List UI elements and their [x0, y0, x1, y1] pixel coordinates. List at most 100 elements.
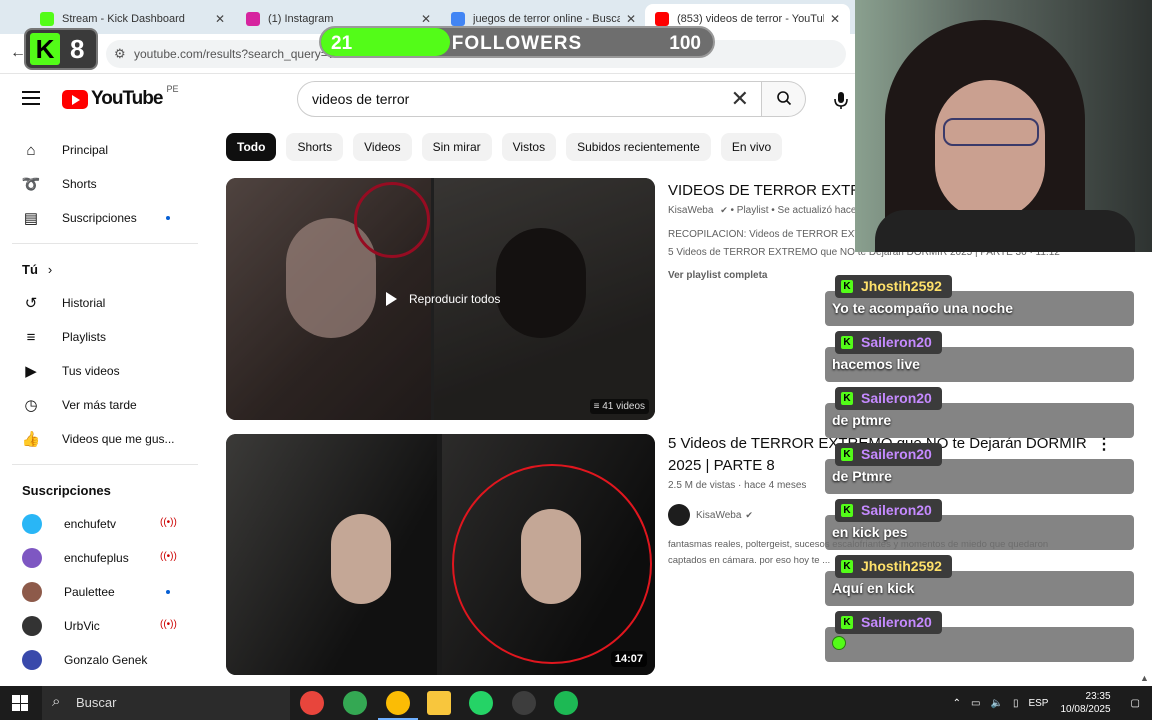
playlist-channel[interactable]: KisaWeba: [668, 205, 713, 216]
chat-message: K Saileron20 en kick pes: [825, 499, 1134, 555]
search-input[interactable]: videos de terror ✕: [297, 81, 762, 117]
filter-chip[interactable]: En vivo: [720, 133, 783, 161]
tab-title: juegos de terror online - Buscar: [473, 13, 620, 25]
sidebar-you-header[interactable]: Tú ›: [0, 252, 210, 286]
youtube-header: YouTube PE videos de terror ✕: [0, 75, 855, 125]
subscription-name: enchufetv: [64, 517, 117, 531]
filter-chip[interactable]: Subidos recientemente: [566, 133, 711, 161]
filter-chip[interactable]: Shorts: [286, 133, 344, 161]
taskbar-clock[interactable]: 23:35 10/08/2025: [1060, 690, 1110, 716]
scroll-down-arrow-icon[interactable]: ▲: [1140, 673, 1149, 683]
clear-search-icon[interactable]: ✕: [731, 86, 749, 112]
clock-date: 10/08/2025: [1060, 704, 1111, 715]
view-full-playlist-link[interactable]: Ver playlist completa: [668, 270, 768, 281]
chat-username: Saileron20: [861, 390, 932, 406]
play-all-label: Reproducir todos: [409, 292, 501, 306]
subscription-item[interactable]: Paulettee: [0, 575, 210, 609]
tab-close-icon[interactable]: ✕: [626, 12, 636, 26]
spotify-icon[interactable]: [554, 691, 578, 715]
file-explorer-icon[interactable]: [427, 691, 451, 715]
sidebar-item-shorts[interactable]: ➰ Shorts: [0, 167, 210, 201]
filter-chips: Todo Shorts Videos Sin mirar Vistos Subidos r…: [226, 133, 783, 161]
watch-later-icon: ◷: [24, 397, 38, 414]
youtube-logo[interactable]: YouTube PE: [62, 84, 178, 110]
subscription-item[interactable]: UrbVic ((•)): [0, 609, 210, 643]
sidebar-item-your-videos[interactable]: ▶ Tus videos: [0, 354, 210, 388]
chat-username-tag: K Saileron20: [835, 387, 942, 410]
chat-username: Saileron20: [861, 502, 932, 518]
whatsapp-icon[interactable]: [469, 691, 493, 715]
tab-close-icon[interactable]: ✕: [215, 12, 225, 26]
subscription-item[interactable]: Gonzalo Genek: [0, 643, 210, 677]
video-duration: 14:07: [610, 651, 647, 667]
shorts-icon: ➰: [21, 176, 41, 193]
menu-icon[interactable]: [22, 91, 40, 109]
sidebar-item-principal[interactable]: ⌂ Principal: [0, 133, 210, 167]
tray-chevron-icon[interactable]: ⌃: [953, 698, 961, 709]
kick-badge-icon: K: [841, 616, 853, 629]
obs-icon[interactable]: [512, 691, 536, 715]
battery-icon[interactable]: ▯: [1013, 698, 1019, 709]
sidebar-item-label: Historial: [62, 296, 106, 310]
taskbar-search-placeholder: Buscar: [76, 695, 117, 710]
notifications-icon[interactable]: ▢: [1131, 698, 1140, 709]
sidebar-item-history[interactable]: ↺ Historial: [0, 286, 210, 320]
tab-close-icon[interactable]: ✕: [830, 12, 840, 26]
chrome-icon[interactable]: [378, 691, 418, 720]
filter-chip[interactable]: Todo: [226, 133, 277, 161]
site-info-icon[interactable]: ⚙: [114, 46, 126, 62]
new-content-dot: [166, 590, 170, 594]
network-icon[interactable]: ▭: [971, 698, 980, 709]
filter-chip[interactable]: Vistos: [501, 133, 557, 161]
filter-chip[interactable]: Videos: [353, 133, 412, 161]
voice-search-button[interactable]: [828, 87, 854, 113]
sidebar-item-label: Tus videos: [62, 364, 120, 378]
search-button[interactable]: [762, 81, 806, 117]
video-thumbnail[interactable]: 14:07: [226, 434, 655, 675]
system-tray: ⌃ ▭ 🔈 ▯ ESP 23:35 10/08/2025 ▢: [943, 686, 1152, 720]
play-all-button[interactable]: Reproducir todos: [386, 292, 500, 306]
sidebar-item-playlists[interactable]: ≡ Playlists: [0, 320, 210, 354]
sidebar-item-liked[interactable]: 👍 Videos que me gus...: [0, 422, 210, 456]
home-icon: ⌂: [26, 141, 36, 159]
subscription-item[interactable]: enchufetv ((•)): [0, 507, 210, 541]
sidebar-divider: [12, 243, 198, 244]
verified-icon: ✔: [720, 205, 728, 215]
channel-avatar: [22, 650, 42, 670]
filter-chip[interactable]: Sin mirar: [421, 133, 492, 161]
youtube-sidebar: ⌂ Principal ➰ Shorts ▤ Suscripciones Tú › ↺ Histo…: [0, 133, 210, 677]
channel-avatar[interactable]: [668, 504, 690, 526]
windows-start-icon[interactable]: [12, 695, 28, 711]
subscription-name: Gonzalo Genek: [64, 653, 148, 667]
kick-logo: K: [30, 33, 60, 65]
video-channel[interactable]: KisaWeba ✔: [668, 504, 753, 526]
taskbar-search[interactable]: ⌕ Buscar: [42, 686, 290, 720]
verified-icon: ✔: [745, 509, 753, 520]
chat-username-tag: K Saileron20: [835, 499, 942, 522]
playlist-thumbnail[interactable]: Reproducir todos ≡ 41 videos: [226, 178, 655, 420]
sidebar-item-label: Shorts: [62, 177, 97, 191]
chevron-right-icon: ›: [47, 261, 53, 277]
sidebar-item-label: Ver más tarde: [62, 398, 137, 412]
chrome-icon[interactable]: [300, 691, 324, 715]
followers-goal: 100: [669, 33, 701, 54]
playlist-line-1[interactable]: RECOPILACIÓN: Videos de TERROR EXTREMO: [668, 229, 856, 240]
chat-username-tag: K Saileron20: [835, 443, 942, 466]
tab-close-icon[interactable]: ✕: [421, 12, 431, 26]
volume-icon[interactable]: 🔈: [991, 698, 1003, 709]
sidebar-item-watch-later[interactable]: ◷ Ver más tarde: [0, 388, 210, 422]
video-channel-name[interactable]: KisaWeba: [696, 510, 741, 521]
tab-favicon-icon: [40, 12, 54, 26]
sidebar-item-suscripciones[interactable]: ▤ Suscripciones: [0, 201, 210, 235]
subscription-item[interactable]: enchufeplus ((•)): [0, 541, 210, 575]
taskbar-search-icon: ⌕: [52, 693, 61, 710]
chat-message: K Saileron20 de ptmre: [825, 387, 1134, 443]
playlist-title[interactable]: VIDEOS DE TERROR EXTREMO: [668, 180, 858, 202]
chrome-icon[interactable]: [343, 691, 367, 715]
language-indicator[interactable]: ESP: [1028, 698, 1048, 709]
kick-viewer-badge: K 8: [24, 28, 98, 70]
playlist-meta: KisaWeba ✔ • Playlist • Se actualizó hac…: [668, 205, 856, 216]
new-content-dot: [166, 216, 170, 220]
webcam-streamer-shirt: [875, 210, 1135, 252]
windows-taskbar: ⌕ Buscar ⌃ ▭ 🔈 ▯ ESP 23:35 10/08/2025 ▢: [0, 686, 1152, 720]
